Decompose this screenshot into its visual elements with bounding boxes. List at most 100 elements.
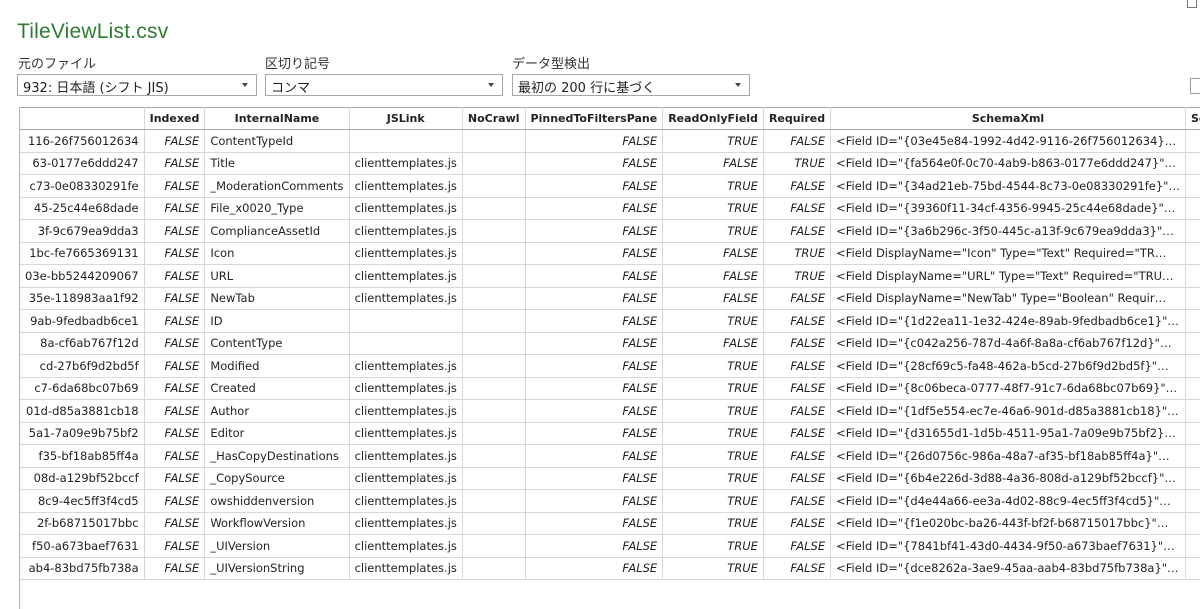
table-row: f50-a673baef7631 FALSE _UIVersion clienttem… bbox=[20, 534, 1200, 558]
indexed-cell: FALSE bbox=[144, 332, 206, 355]
row-id-text: cd-27b6f9d2bd5f bbox=[39, 358, 139, 373]
required-cell: FALSE bbox=[763, 399, 832, 423]
schemaxml-cell: <Field ID="{26d0756c-986a-48a7-af35-bf18… bbox=[830, 444, 1186, 468]
required-cell: FALSE bbox=[763, 332, 832, 355]
pinned-cell: FALSE bbox=[525, 287, 664, 310]
column-header-jslink[interactable]: JSLink bbox=[349, 107, 463, 130]
table-row: f35-bf18ab85ff4a FALSE _HasCopyDestination… bbox=[20, 444, 1200, 468]
data-table: Indexed InternalName JSLink NoCrawl Pinn… bbox=[20, 107, 1200, 580]
delimiter-label: 区切り記号 bbox=[265, 57, 331, 72]
table-row: 08d-a129bf52bccf FALSE _CopySource clientte… bbox=[20, 467, 1200, 490]
jslink-cell: clienttemplates.js bbox=[349, 152, 463, 175]
required-cell: FALSE bbox=[763, 444, 832, 468]
row-id-cell: 63-0177e6ddd247 bbox=[20, 152, 145, 175]
nocrawl-cell bbox=[462, 174, 526, 198]
readonly-cell: TRUE bbox=[662, 129, 764, 153]
column-header-id[interactable] bbox=[20, 107, 145, 130]
type-detection-dropdown[interactable]: 最初の 200 行に基づく bbox=[512, 74, 750, 96]
indexed-cell: FALSE bbox=[144, 354, 206, 378]
schemaxml-cell: <Field ID="{d4e44a66-ee3a-4d02-88c9-4ec5… bbox=[830, 489, 1186, 513]
readonly-cell: FALSE bbox=[662, 264, 764, 288]
pinned-cell: FALSE bbox=[525, 332, 664, 355]
pinned-cell: FALSE bbox=[525, 399, 664, 423]
column-header-schemaxml[interactable]: SchemaXml bbox=[830, 107, 1186, 130]
column-header-indexed[interactable]: Indexed bbox=[144, 107, 206, 130]
column-header-required[interactable]: Required bbox=[763, 107, 832, 130]
row-id-text: 8c9-4ec5ff3f4cd5 bbox=[37, 493, 139, 508]
column-header-internalname[interactable]: InternalName bbox=[204, 107, 350, 130]
schemaxml-2-cell bbox=[1185, 557, 1200, 580]
indexed-cell: FALSE bbox=[144, 467, 206, 490]
schemaxml-2-cell bbox=[1185, 377, 1200, 400]
readonly-cell: TRUE bbox=[662, 534, 764, 558]
required-cell: TRUE bbox=[763, 264, 832, 288]
readonly-cell: TRUE bbox=[662, 309, 764, 333]
data-preview-grid[interactable]: Indexed InternalName JSLink NoCrawl Pinn… bbox=[19, 107, 1200, 609]
table-row: 8c9-4ec5ff3f4cd5 FALSE owshiddenversion cli… bbox=[20, 489, 1200, 513]
schemaxml-cell: <Field ID="{c042a256-787d-4a6f-8a8a-cf6a… bbox=[830, 332, 1186, 355]
row-id-cell: f35-bf18ab85ff4a bbox=[20, 444, 145, 468]
pinned-cell: FALSE bbox=[525, 309, 664, 333]
file-origin-dropdown[interactable]: 932: 日本語 (シフト JIS) bbox=[17, 74, 257, 96]
schemaxml-2-cell bbox=[1185, 444, 1200, 468]
internalname-cell: NewTab bbox=[204, 287, 350, 310]
indexed-cell: FALSE bbox=[144, 219, 206, 243]
indexed-cell: FALSE bbox=[144, 444, 206, 468]
row-id-cell: c7-6da68bc07b69 bbox=[20, 377, 145, 400]
readonly-cell: TRUE bbox=[662, 557, 764, 580]
row-id-text: 01d-d85a3881cb18 bbox=[26, 403, 139, 418]
row-id-cell: 1bc-fe7665369131 bbox=[20, 242, 145, 265]
nocrawl-cell bbox=[462, 354, 526, 378]
jslink-cell: clienttemplates.js bbox=[349, 399, 463, 423]
internalname-cell: Editor bbox=[204, 422, 350, 445]
internalname-cell: Icon bbox=[204, 242, 350, 265]
required-cell: FALSE bbox=[763, 129, 832, 153]
jslink-cell: clienttemplates.js bbox=[349, 287, 463, 310]
type-detection-label: データ型検出 bbox=[512, 57, 591, 72]
internalname-cell: Modified bbox=[204, 354, 350, 378]
schemaxml-2-cell bbox=[1185, 467, 1200, 490]
schemaxml-2-cell bbox=[1185, 512, 1200, 535]
jslink-cell: clienttemplates.js bbox=[349, 489, 463, 513]
nocrawl-cell bbox=[462, 264, 526, 288]
required-cell: FALSE bbox=[763, 309, 832, 333]
internalname-cell: URL bbox=[204, 264, 350, 288]
internalname-cell: ID bbox=[204, 309, 350, 333]
delimiter-dropdown[interactable]: コンマ bbox=[265, 74, 503, 96]
row-id-text: 2f-b68715017bbc bbox=[36, 516, 139, 531]
table-row: cd-27b6f9d2bd5f FALSE Modified clienttempla… bbox=[20, 354, 1200, 378]
column-header-readonly[interactable]: ReadOnlyField bbox=[662, 107, 764, 130]
internalname-cell: owshiddenversion bbox=[204, 489, 350, 513]
nocrawl-cell bbox=[462, 332, 526, 355]
pinned-cell: FALSE bbox=[525, 219, 664, 243]
indexed-cell: FALSE bbox=[144, 242, 206, 265]
column-header-schemaxml-2[interactable]: SchemaXml bbox=[1185, 107, 1200, 130]
row-id-cell: 03e-bb5244209067 bbox=[20, 264, 145, 288]
indexed-cell: FALSE bbox=[144, 152, 206, 175]
internalname-cell: ContentTypeId bbox=[204, 129, 350, 153]
indexed-cell: FALSE bbox=[144, 534, 206, 558]
required-cell: FALSE bbox=[763, 557, 832, 580]
row-id-text: f35-bf18ab85ff4a bbox=[38, 448, 139, 463]
pinned-cell: FALSE bbox=[525, 444, 664, 468]
required-cell: FALSE bbox=[763, 489, 832, 513]
schemaxml-2-cell bbox=[1185, 264, 1200, 288]
required-cell: TRUE bbox=[763, 152, 832, 175]
pinned-cell: FALSE bbox=[525, 264, 664, 288]
schemaxml-2-cell bbox=[1185, 332, 1200, 355]
indexed-cell: FALSE bbox=[144, 377, 206, 400]
row-id-cell: 9ab-9fedbadb6ce1 bbox=[20, 309, 145, 333]
pinned-cell: FALSE bbox=[525, 174, 664, 198]
side-scroll-handle[interactable] bbox=[1190, 78, 1200, 94]
column-header-pinned[interactable]: PinnedToFiltersPane bbox=[525, 107, 664, 130]
required-cell: FALSE bbox=[763, 467, 832, 490]
indexed-cell: FALSE bbox=[144, 129, 206, 153]
indexed-cell: FALSE bbox=[144, 309, 206, 333]
pinned-cell: FALSE bbox=[525, 534, 664, 558]
column-header-nocrawl[interactable]: NoCrawl bbox=[462, 107, 526, 130]
schemaxml-cell: <Field ID="{7841bf41-43d0-4434-9f50-a673… bbox=[830, 534, 1186, 558]
schemaxml-cell: <Field ID="{39360f11-34cf-4356-9945-25c4… bbox=[830, 197, 1186, 220]
schemaxml-2-cell bbox=[1185, 174, 1200, 198]
required-cell: TRUE bbox=[763, 242, 832, 265]
schemaxml-cell: <Field DisplayName="Icon" Type="Text" Re… bbox=[830, 242, 1186, 265]
